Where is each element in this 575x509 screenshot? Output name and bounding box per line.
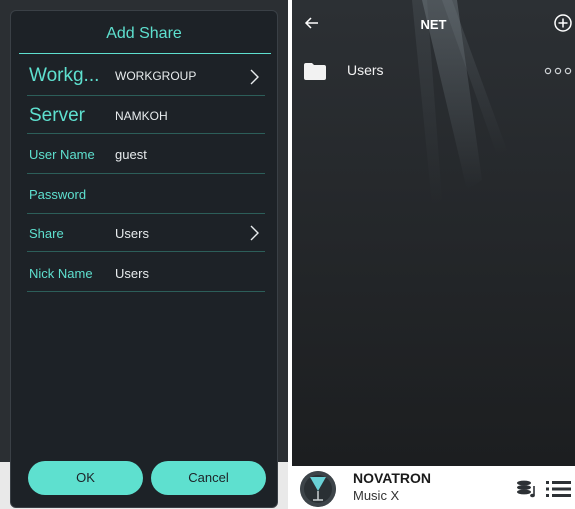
now-playing-bar[interactable]: NOVATRON Music X bbox=[292, 466, 575, 509]
track-title: NOVATRON bbox=[353, 470, 432, 486]
nick-name-row[interactable]: Nick Name Users bbox=[27, 251, 265, 292]
workgroup-row[interactable]: Workg... WORKGROUP bbox=[27, 61, 265, 96]
dialog-title: Add Share bbox=[106, 25, 182, 42]
net-browser-screen: NET Users NOVATRON Music X bbox=[292, 0, 575, 509]
list-item[interactable]: Users bbox=[292, 56, 575, 86]
chevron-right-icon bbox=[250, 225, 259, 241]
cancel-button[interactable]: Cancel bbox=[151, 461, 266, 495]
password-row[interactable]: Password bbox=[27, 173, 265, 214]
server-label: Server bbox=[29, 105, 85, 126]
server-row[interactable]: Server NAMKOH bbox=[27, 95, 265, 134]
add-share-screen: Add Share Workg... WORKGROUP Server NAMK… bbox=[0, 0, 288, 509]
folder-icon bbox=[304, 63, 326, 80]
user-name-label: User Name bbox=[29, 147, 95, 162]
title-divider bbox=[19, 53, 271, 54]
share-value: Users bbox=[115, 226, 149, 241]
share-row[interactable]: Share Users bbox=[27, 213, 265, 252]
workgroup-label: Workg... bbox=[29, 65, 100, 86]
queue-music-icon[interactable] bbox=[516, 480, 538, 498]
track-artist: Music X bbox=[353, 488, 400, 503]
nick-name-label: Nick Name bbox=[29, 266, 93, 281]
page-title: NET bbox=[420, 17, 447, 32]
add-circle-icon[interactable] bbox=[553, 13, 573, 33]
album-art[interactable] bbox=[300, 471, 336, 507]
password-label: Password bbox=[29, 187, 87, 202]
user-name-row[interactable]: User Name guest bbox=[27, 133, 265, 174]
share-label: Share bbox=[29, 226, 64, 241]
server-value: NAMKOH bbox=[115, 109, 168, 123]
menu-icon[interactable] bbox=[546, 480, 571, 498]
more-options-icon[interactable] bbox=[544, 67, 574, 75]
add-share-dialog: Add Share Workg... WORKGROUP Server NAMK… bbox=[10, 10, 278, 508]
nick-name-field[interactable]: Users bbox=[115, 266, 149, 281]
user-name-field[interactable]: guest bbox=[115, 147, 147, 162]
chevron-right-icon bbox=[250, 69, 259, 85]
ok-button[interactable]: OK bbox=[28, 461, 143, 495]
workgroup-value: WORKGROUP bbox=[115, 69, 197, 83]
folder-name: Users bbox=[347, 62, 384, 78]
